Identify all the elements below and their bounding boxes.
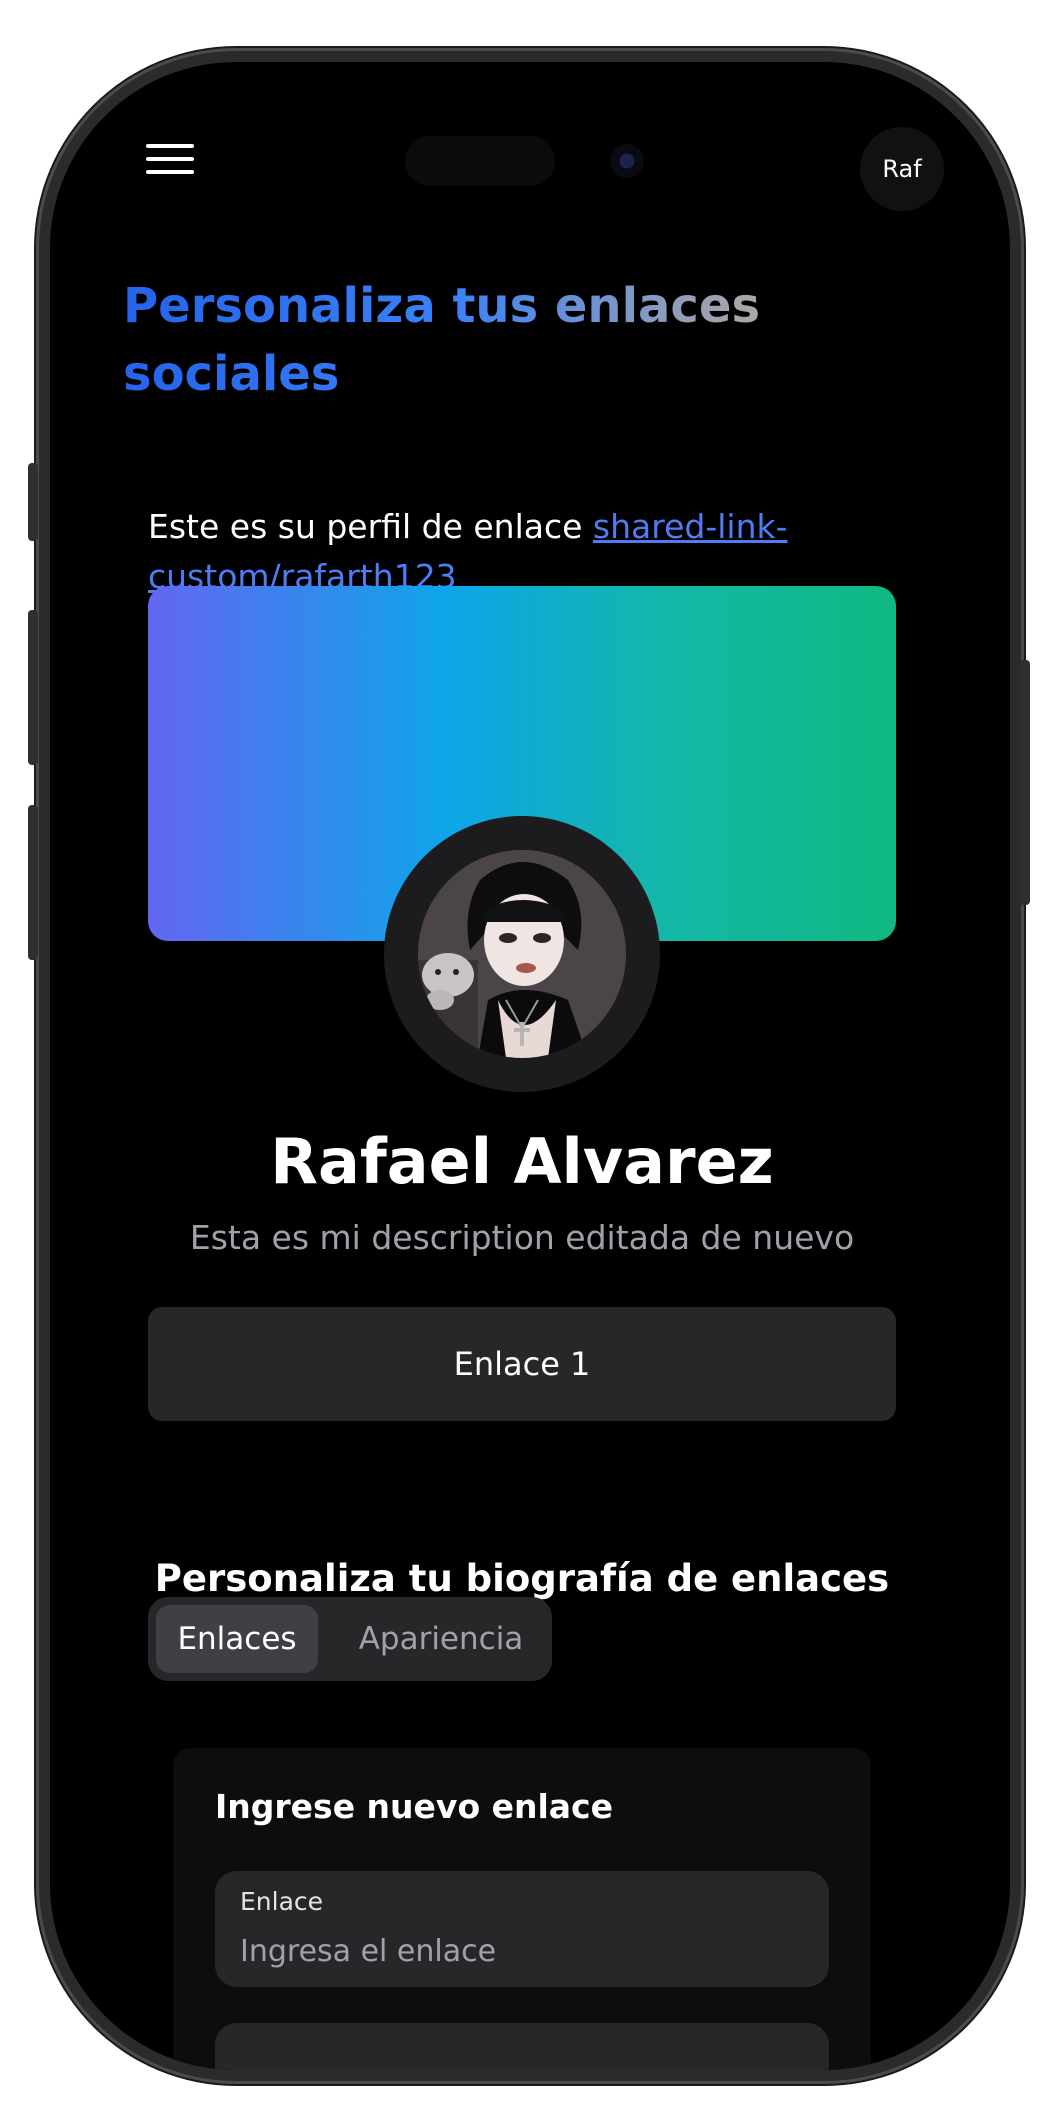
tab-enlaces[interactable]: Enlaces	[156, 1605, 318, 1673]
link-input-label: Enlace	[240, 1887, 324, 1916]
new-link-card: Ingrese nuevo enlace Enlace	[173, 1748, 871, 2070]
new-link-card-title: Ingrese nuevo enlace	[215, 1787, 613, 1826]
hamburger-menu-icon[interactable]	[146, 144, 198, 184]
customize-tabs: Enlaces Apariencia	[148, 1597, 552, 1681]
action-button	[28, 463, 38, 541]
link-input[interactable]	[240, 1929, 800, 1973]
user-avatar-button[interactable]: Raf	[860, 127, 944, 211]
profile-description: Esta es mi description editada de nuevo	[189, 1218, 855, 1257]
power-button	[1020, 660, 1030, 905]
volume-up-button	[28, 610, 38, 765]
profile-photo-image	[418, 850, 626, 1058]
intro-text: Este es su perfil de enlace	[148, 507, 593, 546]
profile-link-button-1[interactable]: Enlace 1	[148, 1307, 896, 1421]
profile-name: Rafael Alvarez	[270, 1125, 774, 1198]
page-title: Personaliza tus enlaces sociales	[123, 272, 863, 408]
profile-avatar	[418, 850, 626, 1058]
camera-icon	[610, 144, 644, 178]
dynamic-island	[405, 136, 555, 186]
volume-down-button	[28, 805, 38, 960]
tab-apariencia[interactable]: Apariencia	[338, 1605, 544, 1673]
app-screen: Raf Personaliza tus enlaces sociales Est…	[50, 62, 1010, 2070]
next-input-container[interactable]	[215, 2023, 829, 2070]
link-input-container[interactable]: Enlace	[215, 1871, 829, 1987]
